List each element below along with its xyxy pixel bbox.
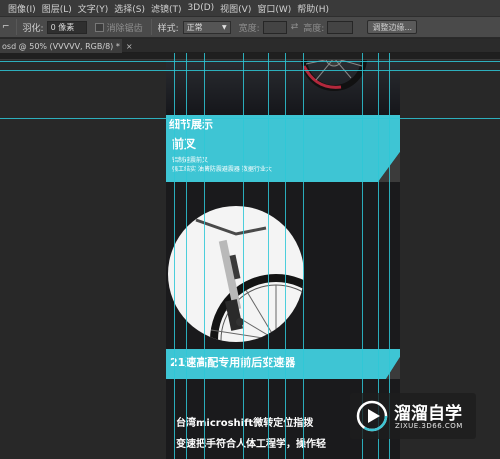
style-value: 正常 [186, 22, 203, 32]
watermark: 溜溜自学 ZIXUE.3D66.COM [350, 393, 476, 439]
feather-input[interactable]: 0 像素 [46, 20, 87, 34]
separator [150, 19, 152, 35]
guide-vertical[interactable] [243, 53, 244, 459]
guide-vertical[interactable] [186, 53, 187, 459]
height-input[interactable] [327, 20, 354, 34]
description-line-1: 台湾microshift微转定位指拨 [176, 418, 314, 429]
play-logo-icon [356, 400, 388, 432]
feather-value: 0 像素 [50, 22, 75, 32]
guide-vertical[interactable] [303, 53, 304, 459]
top-wheel-image [166, 60, 400, 116]
menu-item[interactable]: 图像(I) [8, 2, 36, 15]
watermark-url: ZIXUE.3D66.COM [395, 422, 463, 430]
document-tab[interactable]: osd @ 50% (VVVVV, RGB/8) * × [0, 39, 133, 53]
antialias-label: 消除锯齿 [106, 23, 143, 34]
document-tab-bar: osd @ 50% (VVVVV, RGB/8) * × [0, 39, 500, 53]
guide-horizontal[interactable] [0, 70, 500, 71]
options-bar: ⌐ 羽化: 0 像素 消除锯齿 样式: 正常 ▼ 宽度: ⇄ 高度: 调整边缘.… [0, 16, 500, 38]
refine-edge-button[interactable]: 调整边缘... [367, 20, 418, 34]
document-tab-title: osd @ 50% (VVVVV, RGB/8) * [2, 41, 120, 51]
feature-line-1: 铝制避震前叉 [172, 157, 209, 164]
width-label: 宽度: [238, 23, 260, 34]
menu-item[interactable]: 选择(S) [114, 2, 145, 15]
fork-detail-image [168, 206, 304, 342]
close-icon[interactable]: × [126, 42, 133, 51]
menu-item[interactable]: 3D(D) [188, 3, 215, 13]
menu-item[interactable]: 帮助(H) [297, 2, 329, 15]
ruler [0, 53, 500, 60]
menu-bar: 图像(I) 图层(L) 文字(Y) 选择(S) 滤镜(T) 3D(D) 视图(V) 窗口(W)… [0, 0, 500, 16]
separator [15, 19, 17, 35]
feather-label: 羽化: [22, 23, 44, 34]
guide-horizontal[interactable] [0, 118, 500, 119]
guide-vertical[interactable] [268, 53, 269, 459]
guide-vertical[interactable] [174, 53, 175, 459]
guide-vertical[interactable] [204, 53, 205, 459]
guide-vertical[interactable] [285, 53, 286, 459]
feature-name: 前叉 [172, 137, 197, 151]
menu-item[interactable]: 视图(V) [220, 2, 251, 15]
width-input[interactable] [262, 20, 287, 34]
style-select[interactable]: 正常 ▼ [182, 20, 231, 34]
guide-horizontal[interactable] [0, 61, 500, 62]
gear-banner-title: 21速高配专用前后变速器 [170, 356, 296, 369]
menu-item[interactable]: 窗口(W) [257, 2, 291, 15]
style-label: 样式: [157, 23, 179, 34]
options-clipped-label: ⌐ [2, 22, 10, 32]
height-label: 高度: [303, 23, 325, 34]
menu-item[interactable]: 滤镜(T) [151, 2, 182, 15]
watermark-brand: 溜溜自学 [394, 404, 462, 424]
menu-item[interactable]: 图层(L) [42, 2, 72, 15]
antialias-checkbox[interactable] [94, 22, 104, 32]
menu-item[interactable]: 文字(Y) [78, 2, 109, 15]
chevron-down-icon: ▼ [222, 23, 227, 31]
swap-icon[interactable]: ⇄ [291, 22, 299, 32]
